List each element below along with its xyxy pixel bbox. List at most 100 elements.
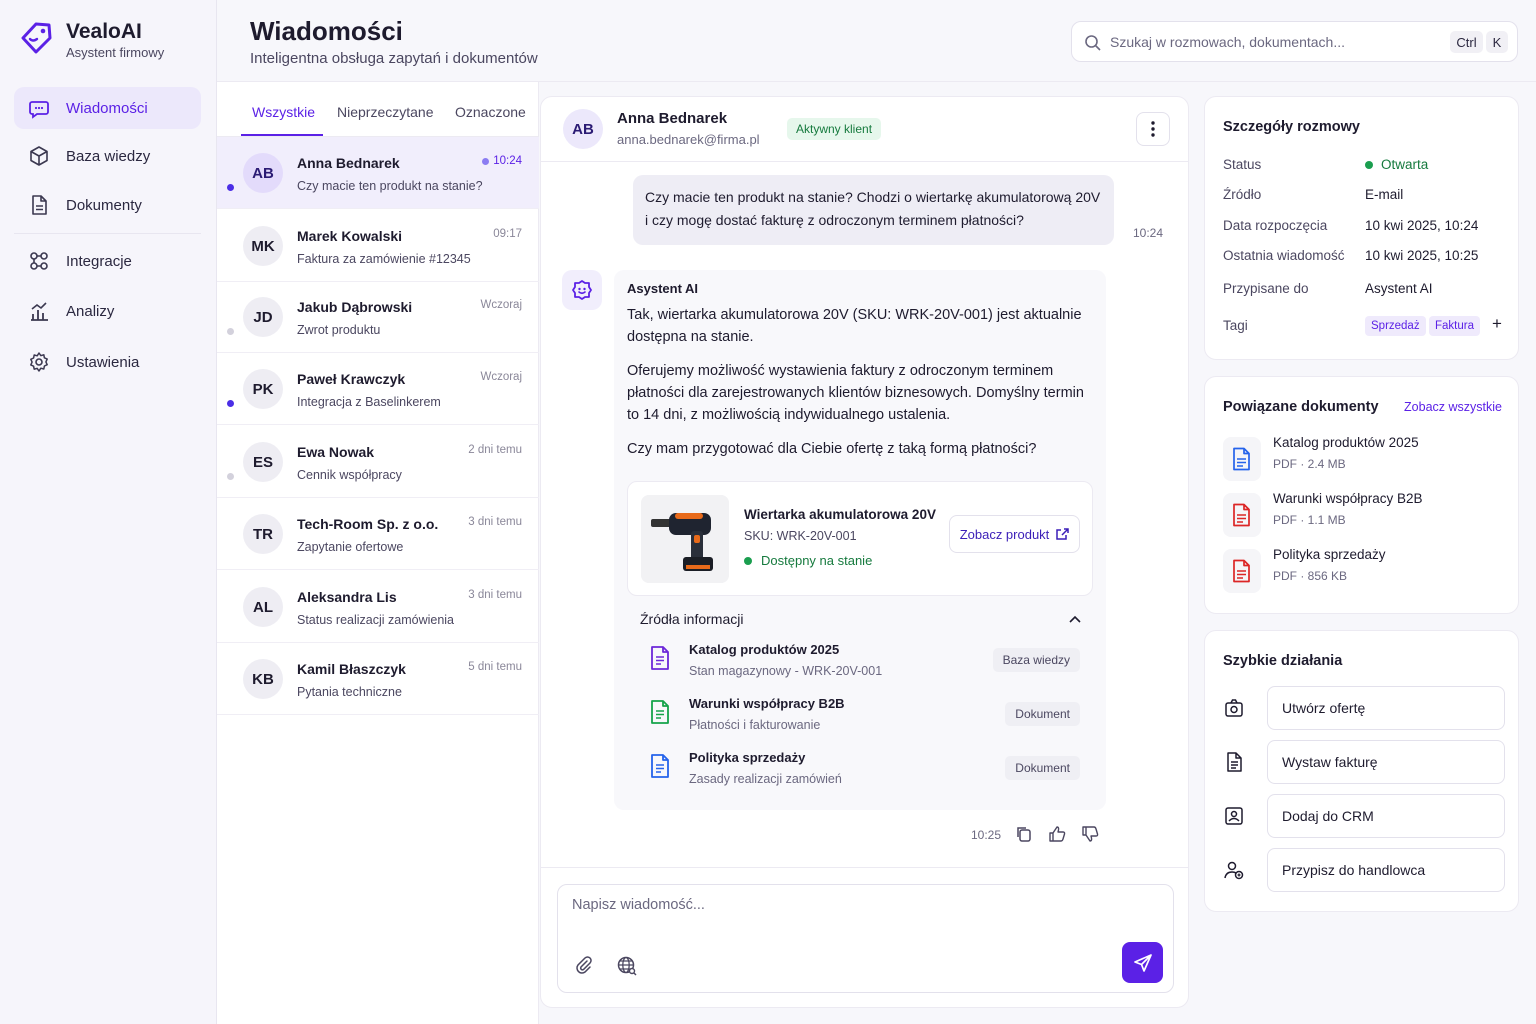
integrations-icon	[28, 250, 50, 272]
tab-unread[interactable]: Nieprzeczytane	[337, 104, 434, 120]
card-title: Szybkie działania	[1223, 653, 1343, 669]
document-meta: PDF · 856 KB	[1273, 569, 1348, 583]
document-item[interactable]: Katalog produktów 2025 PDF · 2.4 MB	[1223, 435, 1503, 485]
document-item[interactable]: Polityka sprzedaży PDF · 856 KB	[1223, 547, 1503, 597]
product-card: Wiertarka akumulatorowa 20V SKU: WRK-20V…	[627, 481, 1093, 596]
copy-icon[interactable]	[1015, 825, 1035, 845]
quick-actions-card: Szybkie działania Utwórz ofertę Wystaw f…	[1204, 630, 1519, 912]
crm-icon	[1223, 805, 1245, 827]
message-time: 10:25	[971, 828, 1002, 842]
stock-dot-icon	[744, 556, 752, 565]
search-input[interactable]	[1110, 30, 1430, 54]
conversation-time: 2 dni temu	[468, 444, 522, 456]
read-dot-icon	[227, 473, 234, 480]
sidebar-item-analytics[interactable]: Analizy	[14, 290, 201, 332]
user-message-line: i czy mogę dostać fakturę z odroczonym t…	[645, 212, 1024, 228]
conversation-item[interactable]: AL Aleksandra Lis Status realizacji zamówi…	[217, 571, 539, 643]
sidebar-item-documents[interactable]: Dokumenty	[14, 184, 201, 226]
ai-assistant-icon	[562, 270, 602, 310]
conversation-preview: Cennik współpracy	[297, 468, 402, 482]
send-button[interactable]	[1122, 942, 1163, 983]
product-image	[641, 495, 729, 583]
page-title: Wiadomości	[250, 16, 403, 46]
detail-label: Źródło	[1223, 187, 1262, 202]
invoice-icon	[1223, 751, 1245, 773]
conversation-item[interactable]: KB Kamil Błaszczyk Pytania techniczne 5 dni…	[217, 643, 539, 715]
sidebar-item-label: Ustawienia	[66, 353, 140, 371]
thumbs-up-icon[interactable]	[1048, 825, 1068, 845]
compose-box	[557, 884, 1174, 993]
card-title: Szczegóły rozmowy	[1223, 119, 1360, 135]
conversation-item[interactable]: PK Paweł Krawczyk Integracja z Baselinkere…	[217, 353, 539, 425]
ai-paragraph: Tak, wiertarka akumulatorowa 20V (SKU: W…	[627, 307, 1082, 345]
conversation-name: Aleksandra Lis	[297, 589, 397, 605]
quick-action-assign-salesperson[interactable]: Przypisz do handlowca	[1223, 848, 1505, 892]
avatar: TR	[243, 514, 283, 554]
document-item[interactable]: Warunki współpracy B2B PDF · 1.1 MB	[1223, 491, 1503, 541]
view-product-button[interactable]: Zobacz produkt	[949, 515, 1080, 553]
conversation-item[interactable]: AB Anna Bednarek Czy macie ten produkt na …	[217, 137, 539, 209]
sidebar: VealoAI Asystent firmowy Wiadomości Baza…	[0, 0, 217, 1024]
related-documents-card: Powiązane dokumenty Zobacz wszystkie Kat…	[1204, 376, 1519, 614]
quick-action-add-to-crm[interactable]: Dodaj do CRM	[1223, 794, 1505, 838]
conversation-time: 10:24	[493, 155, 522, 167]
tag-chip[interactable]: Faktura	[1429, 316, 1480, 336]
shortcut-ctrl: Ctrl	[1450, 31, 1483, 53]
detail-status: Otwarta	[1365, 157, 1428, 172]
conversation-name: Ewa Nowak	[297, 444, 375, 460]
thumbs-down-icon[interactable]	[1081, 825, 1101, 845]
external-link-icon	[1056, 527, 1070, 540]
sidebar-item-integrations[interactable]: Integracje	[14, 240, 201, 282]
detail-value: Otwarta	[1381, 157, 1429, 172]
message-time: 10:24	[1133, 226, 1164, 240]
add-tag-button[interactable]: +	[1486, 314, 1508, 334]
tab-flagged[interactable]: Oznaczone	[455, 104, 526, 120]
conversation-name: Marek Kowalski	[297, 228, 403, 244]
conversation-details-card: Szczegóły rozmowy Status Otwarta Źródło …	[1204, 96, 1519, 360]
conversation-time: 3 dni temu	[468, 516, 522, 528]
shortcut-key: K	[1486, 31, 1508, 53]
more-menu-button[interactable]	[1136, 112, 1170, 146]
conversation-item[interactable]: MK Marek Kowalski Faktura za zamówienie #1…	[217, 210, 539, 282]
search-icon	[1084, 34, 1102, 52]
detail-value: 10 kwi 2025, 10:25	[1365, 248, 1479, 263]
globe-search-icon[interactable]	[616, 955, 638, 977]
tab-all[interactable]: Wszystkie	[252, 104, 315, 120]
tag-chip[interactable]: Sprzedaż	[1365, 316, 1426, 336]
message-input[interactable]	[572, 897, 1112, 927]
quick-action-create-offer[interactable]: Utwórz ofertę	[1223, 686, 1505, 730]
sidebar-item-messages[interactable]: Wiadomości	[14, 87, 201, 129]
gear-icon	[28, 351, 50, 373]
sidebar-item-label: Integracje	[66, 252, 132, 270]
compose-divider	[541, 867, 1188, 868]
sidebar-item-knowledge-base[interactable]: Baza wiedzy	[14, 135, 201, 177]
avatar: PK	[243, 369, 283, 409]
source-subtitle: Zasady realizacji zamówień	[689, 772, 842, 786]
source-tag: Dokument	[1005, 756, 1080, 780]
source-item[interactable]: Polityka sprzedaży Zasady realizacji zamó…	[627, 745, 1093, 795]
sidebar-divider	[14, 233, 201, 234]
quick-action-label: Wystaw fakturę	[1267, 740, 1505, 784]
pdf-file-icon	[1223, 549, 1261, 593]
sources-toggle[interactable]: Źródła informacji	[627, 605, 1093, 635]
source-title: Polityka sprzedaży	[689, 750, 806, 765]
see-all-link[interactable]: Zobacz wszystkie	[1404, 400, 1502, 414]
product-stock: Dostępny na stanie	[744, 553, 872, 568]
quick-action-issue-invoice[interactable]: Wystaw fakturę	[1223, 740, 1505, 784]
document-name: Katalog produktów 2025	[1273, 435, 1419, 450]
conversation-item[interactable]: ES Ewa Nowak Cennik współpracy 2 dni temu	[217, 426, 539, 498]
sidebar-item-settings[interactable]: Ustawienia	[14, 341, 201, 383]
conversation-item[interactable]: TR Tech-Room Sp. z o.o. Zapytanie ofertowe…	[217, 498, 539, 570]
attachment-icon[interactable]	[574, 955, 596, 977]
chat-header-divider	[541, 161, 1188, 162]
user-message-line: Czy macie ten produkt na stanie? Chodzi …	[645, 189, 1101, 205]
source-item[interactable]: Katalog produktów 2025 Stan magazynowy - …	[627, 637, 1093, 687]
ai-paragraph: Czy mam przygotować dla Ciebie ofertę z …	[627, 441, 1037, 457]
avatar: JD	[243, 297, 283, 337]
detail-value: 10 kwi 2025, 10:24	[1365, 218, 1479, 233]
source-item[interactable]: Warunki współpracy B2B Płatności i faktur…	[627, 691, 1093, 741]
conversation-item[interactable]: JD Jakub Dąbrowski Zwrot produktu Wczoraj	[217, 281, 539, 353]
source-title: Warunki współpracy B2B	[689, 696, 845, 711]
brand-subtitle: Asystent firmowy	[66, 45, 165, 60]
conversation-preview: Czy macie ten produkt na stanie?	[297, 179, 483, 193]
